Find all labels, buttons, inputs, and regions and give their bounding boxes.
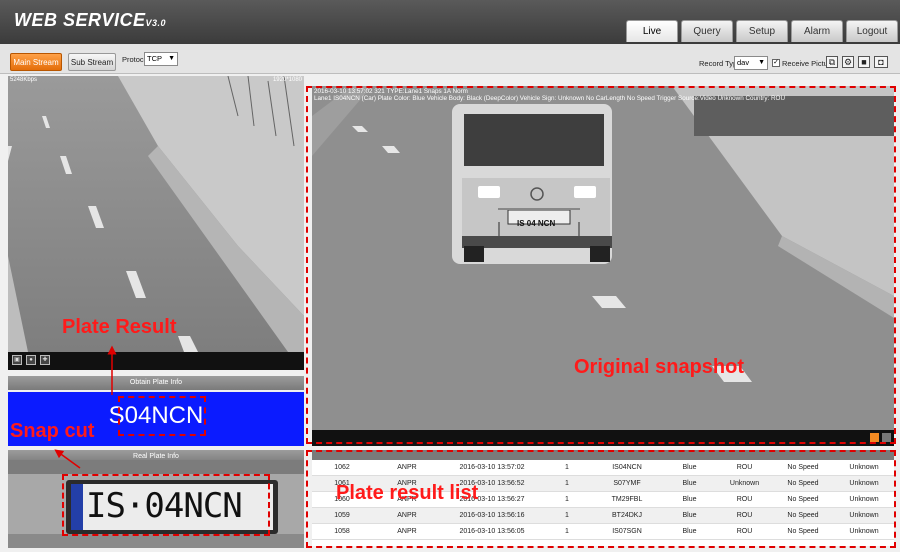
camera-icon[interactable]: ◘: [874, 56, 888, 68]
logo-text: WEB SERVICE: [14, 10, 146, 30]
protocol-value: TCP: [147, 54, 162, 63]
receive-pictures-checkbox[interactable]: ✓: [772, 59, 780, 67]
resolution-text: 1920*1080: [272, 77, 302, 83]
plate-result-list-annotation: Plate result list: [336, 482, 479, 504]
zoom-icon[interactable]: ✚: [40, 355, 50, 365]
live-video-view[interactable]: 5248Kbps 1920*1080: [8, 76, 304, 352]
tab-alarm[interactable]: Alarm: [791, 20, 843, 42]
main-stream-button[interactable]: Main Stream: [10, 53, 62, 71]
original-snapshot-annotation: Original snapshot: [574, 356, 745, 378]
snapshot-icon[interactable]: ■: [858, 56, 870, 68]
tab-live[interactable]: Live: [626, 20, 678, 42]
tab-logout[interactable]: Logout: [846, 20, 898, 42]
protocol-select[interactable]: TCP ▼: [144, 52, 178, 66]
record-type-value: dav: [737, 58, 750, 67]
plate-result-highlight: [118, 396, 206, 436]
sub-stream-button[interactable]: Sub Stream: [68, 53, 116, 71]
tab-setup[interactable]: Setup: [736, 20, 788, 42]
snap-cut-highlight: [62, 474, 270, 536]
bitrate-text: 5248Kbps: [10, 77, 38, 83]
obtain-plate-info-header: Obtain Plate Info: [8, 376, 304, 390]
chevron-down-icon: ▼: [758, 59, 765, 66]
road-scene: [8, 76, 304, 352]
chevron-down-icon: ▼: [168, 55, 175, 62]
record-type-select[interactable]: dav ▼: [734, 56, 768, 70]
plate-result-annotation: Plate Result: [62, 316, 177, 338]
stream-toolbar: Main Stream Sub Stream Protocol TCP ▼ Rec…: [0, 44, 900, 74]
record-icon[interactable]: ●: [26, 355, 36, 365]
snap-cut-annotation: Snap cut: [10, 420, 95, 442]
video-control-bar: ▣ ● ✚: [8, 352, 304, 370]
logo-version: V3.0: [145, 18, 167, 28]
settings-icon[interactable]: ⚙: [842, 56, 854, 68]
main-tabs: Live Query Setup Alarm Logout: [626, 20, 898, 42]
app-logo: WEB SERVICEV3.0: [14, 10, 166, 31]
capture-icon[interactable]: ⧉: [826, 56, 838, 68]
original-snapshot-highlight: [306, 86, 896, 444]
screenshot-icon[interactable]: ▣: [12, 355, 22, 365]
tab-query[interactable]: Query: [681, 20, 733, 42]
app-header: WEB SERVICEV3.0 Live Query Setup Alarm L…: [0, 0, 900, 44]
